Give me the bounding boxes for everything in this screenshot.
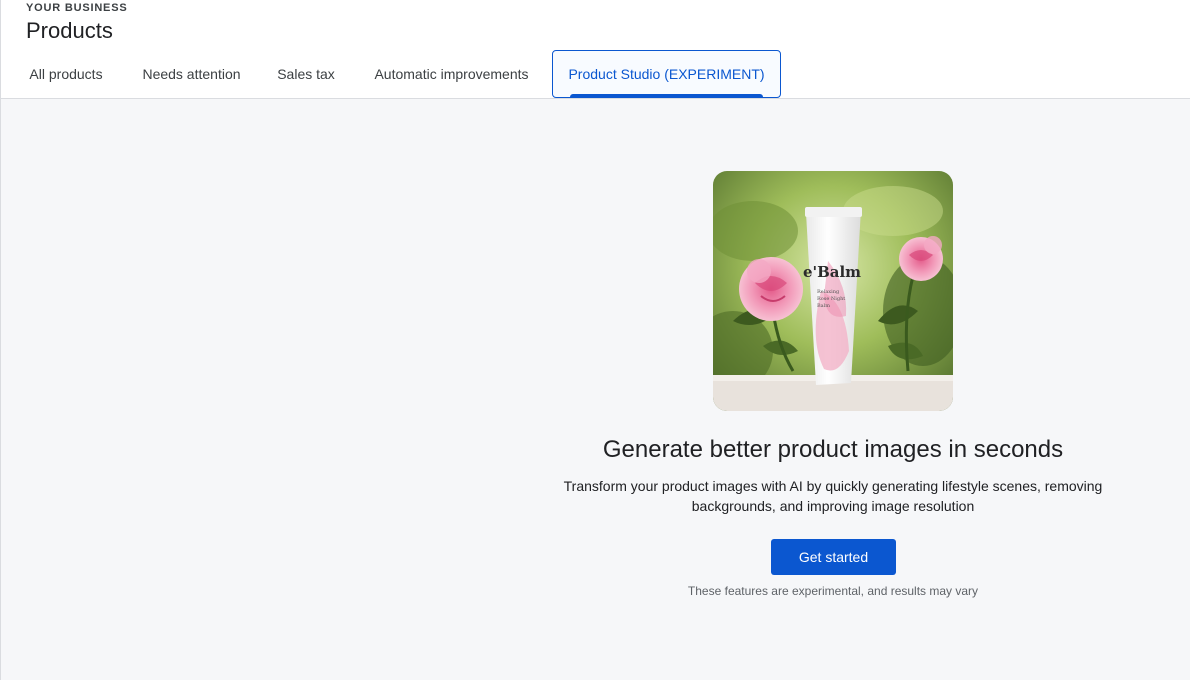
tab-label: Automatic improvements: [374, 66, 529, 82]
product-line-2: Rose Night: [817, 296, 845, 302]
tab-sales-tax[interactable]: Sales tax: [261, 50, 351, 98]
hero-description-line-2: backgrounds, and improving image resolut…: [691, 498, 975, 514]
tab-needs-attention[interactable]: Needs attention: [123, 50, 260, 98]
experimental-disclaimer: These features are experimental, and res…: [687, 584, 979, 598]
tab-label: All products: [29, 66, 103, 82]
active-tab-indicator: [570, 94, 763, 97]
tab-product-studio[interactable]: Product Studio (EXPERIMENT): [552, 50, 781, 98]
product-line-3: Balm: [817, 303, 830, 309]
product-photo: e'Balm Relaxing Rose Night Balm: [713, 171, 953, 411]
tab-automatic-improvements[interactable]: Automatic improvements: [352, 50, 551, 98]
hero-description-line-1: Transform your product images with AI by…: [563, 478, 1103, 494]
tab-label: Sales tax: [277, 66, 335, 82]
hero-description: Transform your product images with AI by…: [533, 476, 1133, 516]
section-eyebrow: YOUR BUSINESS: [26, 2, 128, 14]
hero-headline: Generate better product images in second…: [602, 436, 1064, 463]
get-started-button[interactable]: Get started: [771, 539, 896, 575]
page-title: Products: [26, 18, 113, 43]
product-brand-text: e'Balm: [803, 263, 861, 281]
tab-label: Needs attention: [142, 66, 241, 82]
product-line-1: Relaxing: [817, 289, 840, 295]
product-hero-image: e'Balm Relaxing Rose Night Balm: [713, 171, 953, 411]
tab-all-products[interactable]: All products: [10, 50, 122, 98]
tab-label: Product Studio (EXPERIMENT): [568, 66, 765, 82]
page-header: YOUR BUSINESS Products All products Need…: [0, 0, 1190, 99]
